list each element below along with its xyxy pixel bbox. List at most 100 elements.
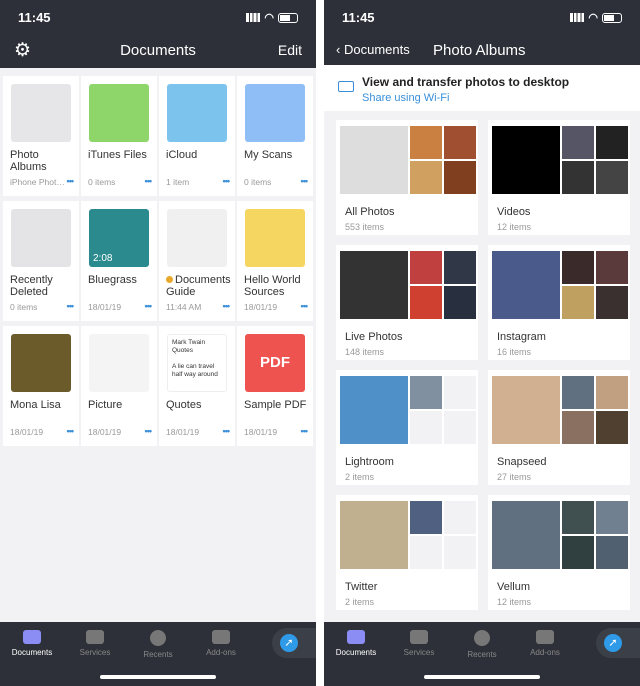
time: 11:45 — [18, 10, 51, 25]
document-item[interactable]: PDF Sample PDF 18/01/19 ••• — [237, 326, 313, 446]
more-icon[interactable]: ••• — [301, 176, 309, 186]
document-item[interactable]: Recently Deleted 0 items ••• — [3, 201, 79, 321]
photo-thumb — [562, 376, 594, 409]
photo-thumb — [562, 126, 594, 159]
photo-thumb — [340, 376, 408, 444]
photo-thumb — [410, 376, 442, 409]
photo-thumb — [410, 411, 442, 444]
item-subtitle: 18/01/19 — [244, 302, 278, 312]
document-item[interactable]: 2:08 Bluegrass 18/01/19 ••• — [81, 201, 157, 321]
item-subtitle: 18/01/19 — [10, 427, 44, 437]
item-subtitle: 18/01/19 — [88, 427, 122, 437]
album-item[interactable]: Twitter 2 items — [336, 495, 478, 610]
more-icon[interactable]: ••• — [145, 301, 153, 311]
banner-title: View and transfer photos to desktop — [362, 75, 570, 89]
album-name: Vellum — [497, 581, 531, 593]
album-name: Lightroom — [345, 456, 394, 468]
photo-thumb — [410, 251, 442, 284]
photo-thumb — [444, 126, 476, 159]
album-count: 27 items — [497, 472, 532, 482]
home-indicator — [100, 675, 216, 679]
tab-documents[interactable]: Documents — [326, 630, 386, 657]
thumbnail — [11, 84, 71, 142]
wifi-transfer-banner[interactable]: View and transfer photos to desktop Shar… — [324, 65, 640, 111]
album-item[interactable]: Snapseed 27 items — [488, 370, 630, 485]
item-name: iCloud — [166, 149, 198, 161]
more-icon[interactable]: ••• — [301, 301, 309, 311]
item-subtitle: 0 items — [244, 177, 272, 187]
more-icon[interactable]: ••• — [223, 426, 231, 436]
more-icon[interactable]: ••• — [223, 176, 231, 186]
document-item[interactable]: Hello World Sources 18/01/19 ••• — [237, 201, 313, 321]
more-icon[interactable]: ••• — [145, 176, 153, 186]
photo-albums-screen: 11:45 ◠ ‹ Documents Photo Albums View and… — [324, 0, 640, 686]
tab-label: Add-ons — [530, 648, 560, 657]
photo-thumb — [596, 161, 628, 194]
item-name: Bluegrass — [88, 274, 137, 286]
document-item[interactable]: Documents Guide 11:44 AM ••• — [159, 201, 235, 321]
share-wifi-link[interactable]: Share using Wi-Fi — [362, 92, 449, 104]
tab-label: Recents — [143, 650, 173, 659]
album-item[interactable]: Vellum 12 items — [488, 495, 630, 610]
preview-title: Mark Twain Quotes — [172, 339, 206, 354]
more-icon[interactable]: ••• — [67, 301, 75, 311]
album-item[interactable]: Live Photos 148 items — [336, 245, 478, 360]
thumbnail: Mark Twain Quotes A lie can travel half w… — [167, 334, 227, 392]
photo-thumb — [444, 376, 476, 409]
album-thumbnails — [492, 376, 628, 444]
cart-icon — [536, 630, 554, 644]
home-indicator — [424, 675, 540, 679]
album-item[interactable]: All Photos 553 items — [336, 120, 478, 235]
wifi-icon: ◠ — [588, 12, 598, 24]
tab-services[interactable]: Services — [65, 630, 125, 657]
tab-recents[interactable]: Recents — [452, 630, 512, 659]
photo-thumb — [444, 251, 476, 284]
tab-recents[interactable]: Recents — [128, 630, 188, 659]
tab-documents[interactable]: Documents — [2, 630, 62, 657]
more-icon[interactable]: ••• — [301, 426, 309, 436]
photo-thumb — [410, 501, 442, 534]
tab-add-ons[interactable]: Add-ons — [515, 630, 575, 657]
album-item[interactable]: Lightroom 2 items — [336, 370, 478, 485]
document-item[interactable]: Photo Albums iPhone Phot… ••• — [3, 76, 79, 196]
more-icon[interactable]: ••• — [67, 426, 75, 436]
document-item[interactable]: iTunes Files 0 items ••• — [81, 76, 157, 196]
document-item[interactable]: My Scans 0 items ••• — [237, 76, 313, 196]
document-item[interactable]: Mona Lisa 18/01/19 ••• — [3, 326, 79, 446]
album-item[interactable]: Instagram 16 items — [488, 245, 630, 360]
back-button[interactable]: ‹ Documents — [336, 42, 410, 57]
photo-thumb — [562, 251, 594, 284]
photo-thumb — [562, 411, 594, 444]
album-name: Snapseed — [497, 456, 547, 468]
item-subtitle: 0 items — [88, 177, 116, 187]
thumbnail — [167, 84, 227, 142]
photo-thumb — [492, 501, 560, 569]
duration: 2:08 — [93, 253, 113, 264]
tab-services[interactable]: Services — [389, 630, 449, 657]
photo-thumb — [410, 126, 442, 159]
more-icon[interactable]: ••• — [223, 301, 231, 311]
browser-button[interactable]: ➚ — [272, 628, 316, 658]
more-icon[interactable]: ••• — [145, 426, 153, 436]
edit-button[interactable]: Edit — [278, 42, 302, 58]
more-icon[interactable]: ••• — [67, 176, 75, 186]
item-subtitle: 18/01/19 — [244, 427, 278, 437]
photo-thumb — [596, 251, 628, 284]
photo-thumb — [410, 536, 442, 569]
thumbnail: PDF — [245, 334, 305, 392]
tab-add-ons[interactable]: Add-ons — [191, 630, 251, 657]
document-item[interactable]: iCloud 1 item ••• — [159, 76, 235, 196]
photo-thumb — [596, 536, 628, 569]
document-item[interactable]: Picture 18/01/19 ••• — [81, 326, 157, 446]
item-name: My Scans — [244, 149, 293, 161]
browser-button[interactable]: ➚ — [596, 628, 640, 658]
clock-icon — [150, 630, 166, 646]
document-item[interactable]: Mark Twain Quotes A lie can travel half w… — [159, 326, 235, 446]
album-item[interactable]: Videos 12 items — [488, 120, 630, 235]
albums-grid: All Photos 553 items Videos 12 items Liv… — [336, 120, 630, 610]
cart-icon — [212, 630, 230, 644]
photo-thumb — [410, 286, 442, 319]
photo-thumb — [596, 286, 628, 319]
tab-label: Services — [403, 648, 435, 657]
item-subtitle: 18/01/19 — [88, 302, 122, 312]
